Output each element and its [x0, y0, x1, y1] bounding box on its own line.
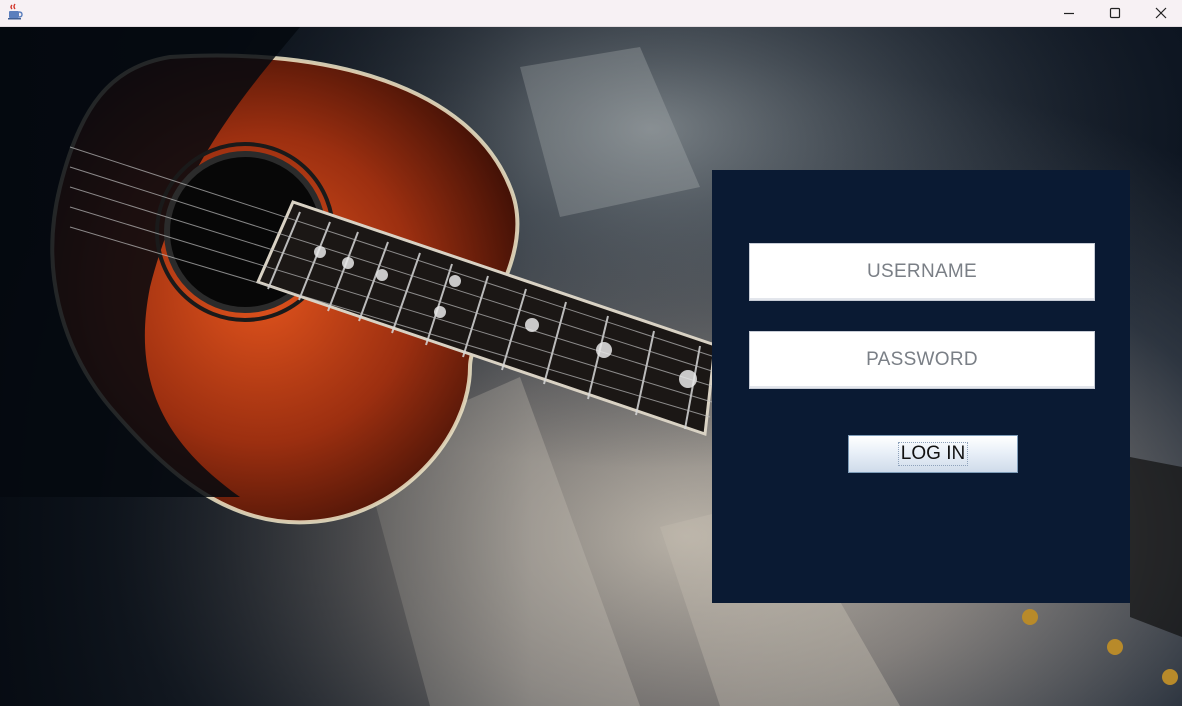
username-placeholder: USERNAME — [866, 261, 978, 282]
title-bar[interactable] — [0, 0, 1182, 27]
maximize-button[interactable] — [1092, 0, 1138, 26]
minimize-button[interactable] — [1046, 0, 1092, 26]
password-input[interactable]: PASSWORD — [749, 331, 1095, 389]
maximize-icon — [1109, 7, 1121, 19]
login-button[interactable]: LOG IN — [848, 435, 1018, 473]
username-input[interactable]: USERNAME — [749, 243, 1095, 301]
java-cup-icon — [6, 3, 24, 21]
minimize-icon — [1064, 12, 1074, 15]
close-button[interactable] — [1138, 0, 1182, 26]
app-window: USERNAME PASSWORD LOG IN — [0, 0, 1182, 706]
password-placeholder: PASSWORD — [866, 349, 978, 370]
login-button-label: LOG IN — [897, 442, 969, 466]
close-icon — [1155, 7, 1167, 19]
login-panel: USERNAME PASSWORD LOG IN — [712, 170, 1130, 603]
